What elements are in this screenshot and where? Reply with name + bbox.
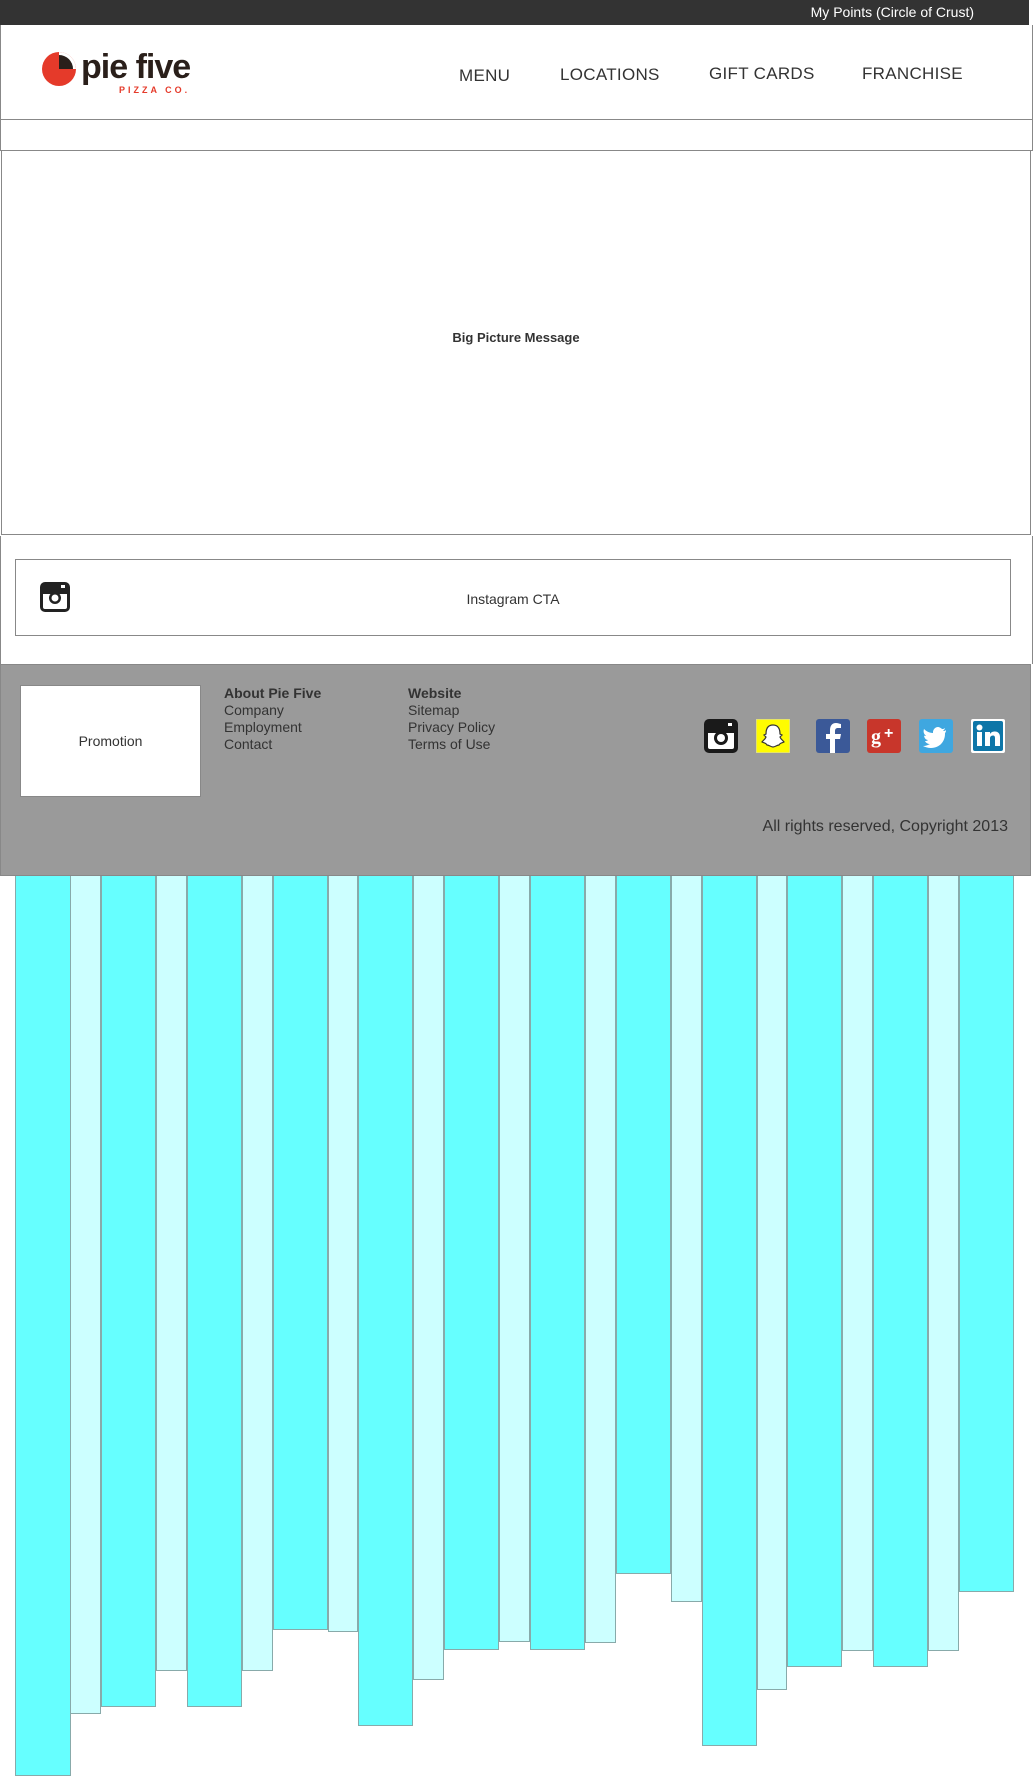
decorative-column xyxy=(499,876,530,1642)
brand-logo[interactable]: pie five PIZZA CO. xyxy=(41,48,191,95)
decorative-column xyxy=(70,876,101,1714)
twitter-icon[interactable] xyxy=(919,719,953,753)
footer-website-heading: Website xyxy=(408,685,462,701)
my-points-link[interactable]: My Points (Circle of Crust) xyxy=(811,4,974,20)
hero-message: Big Picture Message xyxy=(452,330,580,345)
nav-locations[interactable]: LOCATIONS xyxy=(560,65,660,85)
decorative-column xyxy=(444,876,499,1650)
decorative-column xyxy=(757,876,787,1690)
decorative-column xyxy=(101,876,156,1707)
decorative-columns xyxy=(0,876,1034,1779)
decorative-column xyxy=(671,876,702,1602)
footer-link-terms[interactable]: Terms of Use xyxy=(408,736,495,753)
instagram-cta-label: Instagram CTA xyxy=(466,591,560,607)
footer-link-company[interactable]: Company xyxy=(224,702,321,719)
nav-franchise[interactable]: FRANCHISE xyxy=(862,64,963,84)
footer-link-sitemap[interactable]: Sitemap xyxy=(408,702,495,719)
site-footer: Promotion About Pie Five Company Employm… xyxy=(0,664,1031,876)
decorative-column xyxy=(959,876,1014,1592)
footer-website-column: Website Sitemap Privacy Policy Terms of … xyxy=(408,685,495,753)
footer-about-column: About Pie Five Company Employment Contac… xyxy=(224,685,321,753)
decorative-column xyxy=(616,876,671,1574)
brand-name: pie five xyxy=(81,48,191,86)
footer-link-contact[interactable]: Contact xyxy=(224,736,321,753)
snapchat-icon[interactable] xyxy=(756,719,790,753)
instagram-cta[interactable]: Instagram CTA xyxy=(15,559,1011,636)
copyright-text: All rights reserved, Copyright 2013 xyxy=(762,818,1008,835)
decorative-column xyxy=(358,876,413,1726)
svg-text:+: + xyxy=(884,725,893,742)
decorative-column xyxy=(328,876,358,1632)
decorative-column xyxy=(15,876,71,1776)
decorative-column xyxy=(530,876,585,1650)
header-spacer xyxy=(0,119,1033,151)
nav-menu[interactable]: MENU xyxy=(459,66,510,86)
brand-subtitle: PIZZA CO. xyxy=(119,85,191,95)
promotion-box[interactable]: Promotion xyxy=(20,685,201,797)
nav-gift-cards[interactable]: GIFT CARDS xyxy=(709,64,815,84)
google-plus-icon[interactable]: g + xyxy=(867,719,901,753)
decorative-column xyxy=(187,876,242,1707)
decorative-column xyxy=(273,876,328,1630)
hero-banner[interactable]: Big Picture Message xyxy=(1,151,1031,535)
instagram-icon[interactable] xyxy=(704,719,738,753)
decorative-column xyxy=(842,876,873,1651)
decorative-column xyxy=(873,876,928,1667)
decorative-column xyxy=(928,876,959,1651)
footer-about-heading: About Pie Five xyxy=(224,685,322,701)
decorative-column xyxy=(413,876,444,1680)
decorative-column xyxy=(787,876,842,1667)
site-header: pie five PIZZA CO. MENU LOCATIONS GIFT C… xyxy=(0,25,1033,120)
footer-link-employment[interactable]: Employment xyxy=(224,719,321,736)
footer-link-privacy[interactable]: Privacy Policy xyxy=(408,719,495,736)
decorative-column xyxy=(156,876,187,1671)
decorative-column xyxy=(585,876,616,1643)
top-bar: My Points (Circle of Crust) xyxy=(0,0,1029,25)
decorative-column xyxy=(242,876,273,1671)
decorative-column xyxy=(702,876,757,1746)
facebook-icon[interactable] xyxy=(816,719,850,753)
pie-logo-icon xyxy=(42,52,76,86)
svg-text:g: g xyxy=(871,726,881,748)
linkedin-icon[interactable] xyxy=(971,719,1005,753)
